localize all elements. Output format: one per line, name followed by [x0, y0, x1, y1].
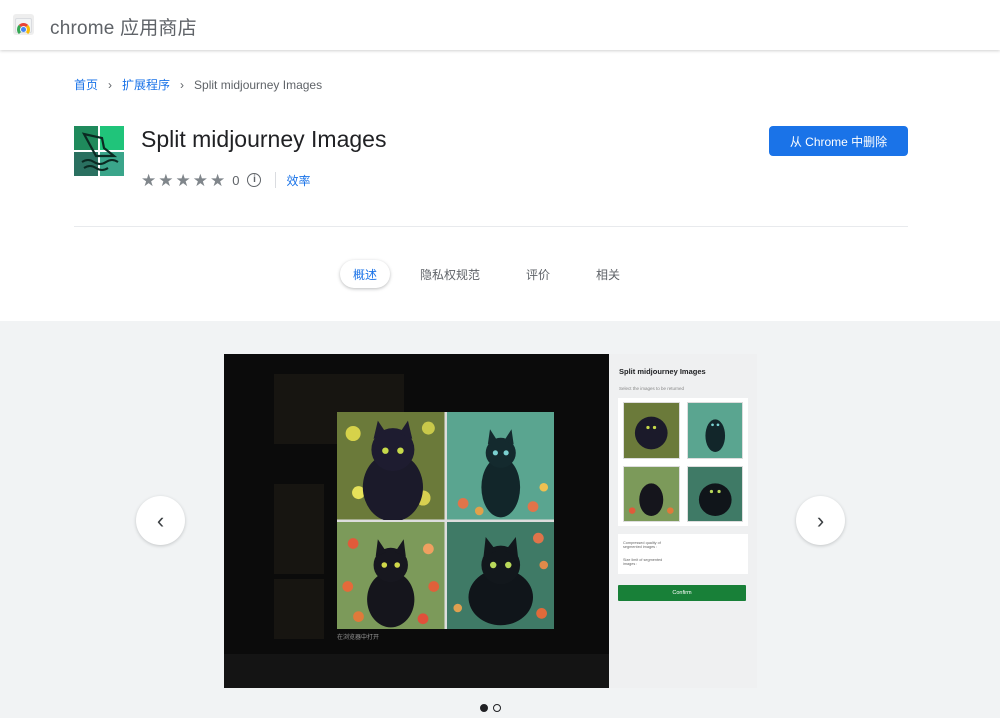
- chevron-right-icon[interactable]: ›: [796, 496, 845, 545]
- chevron-right-icon: ›: [108, 77, 113, 92]
- chevron-left-icon[interactable]: ‹: [136, 496, 185, 545]
- star-icon: ★: [158, 170, 174, 190]
- star-icon: ★: [210, 170, 226, 190]
- tab-overview[interactable]: 概述: [340, 260, 391, 288]
- remove-from-chrome-button[interactable]: 从 Chrome 中删除: [769, 126, 908, 156]
- chrome-web-store-icon[interactable]: [13, 14, 34, 35]
- breadcrumb: 首页 › 扩展程序 › Split midjourney Images: [74, 76, 322, 93]
- store-title[interactable]: chrome 应用商店: [50, 13, 197, 40]
- cat-image: [446, 521, 554, 629]
- divider: [275, 172, 277, 188]
- panel-subtitle: Select the images to be returned: [619, 386, 685, 391]
- carousel-dot[interactable]: [493, 704, 501, 712]
- tab-related[interactable]: 相关: [582, 260, 634, 288]
- top-bar: chrome 应用商店: [0, 0, 1000, 50]
- cat-image: [446, 412, 554, 520]
- rating-count: 0: [232, 172, 240, 188]
- cat-image: [337, 412, 445, 520]
- extension-popup-panel: Split midjourney Images Select the image…: [609, 354, 757, 688]
- thumbnail: [623, 402, 680, 459]
- confirm-button: Confirm: [618, 585, 746, 601]
- category-link[interactable]: 效率: [286, 172, 310, 189]
- star-icon: ★: [192, 170, 208, 190]
- panel-title: Split midjourney Images: [619, 367, 706, 376]
- thumbnail-grid: [618, 398, 748, 526]
- cat-image: [337, 521, 445, 629]
- carousel-dots: [480, 704, 501, 712]
- carousel-dot[interactable]: [480, 704, 488, 712]
- tab-reviews[interactable]: 评价: [512, 260, 564, 288]
- extension-title: Split midjourney Images: [141, 126, 387, 152]
- star-icon: ★: [141, 170, 157, 190]
- breadcrumb-extensions[interactable]: 扩展程序: [122, 76, 170, 93]
- thumbnail: [686, 402, 743, 459]
- breadcrumb-home[interactable]: 首页: [74, 76, 98, 93]
- screenshot-slide: 在浏览器中打开 Split midjourney Images Select t…: [224, 354, 757, 688]
- split-image-grid: [337, 412, 554, 629]
- extension-icon: [74, 126, 124, 176]
- tab-bar: 概述 隐私权规范 评价 相关: [340, 260, 652, 288]
- size-limit-label: Size limit of segmented images :: [623, 558, 663, 566]
- rating-row: ★ ★ ★ ★ ★ 0 i 效率: [141, 171, 311, 189]
- thumbnail: [686, 465, 743, 522]
- open-in-browser-caption: 在浏览器中打开: [337, 635, 380, 641]
- quality-label: Compressed quality of segmented images :: [623, 541, 661, 549]
- tab-privacy[interactable]: 隐私权规范: [406, 260, 494, 288]
- star-icon: ★: [175, 170, 191, 190]
- breadcrumb-current: Split midjourney Images: [194, 77, 323, 92]
- thumbnail: [623, 465, 680, 522]
- options-box: Compressed quality of segmented images :…: [618, 534, 748, 574]
- chevron-right-icon: ›: [180, 77, 185, 92]
- info-icon[interactable]: i: [247, 173, 262, 187]
- divider: [74, 226, 908, 227]
